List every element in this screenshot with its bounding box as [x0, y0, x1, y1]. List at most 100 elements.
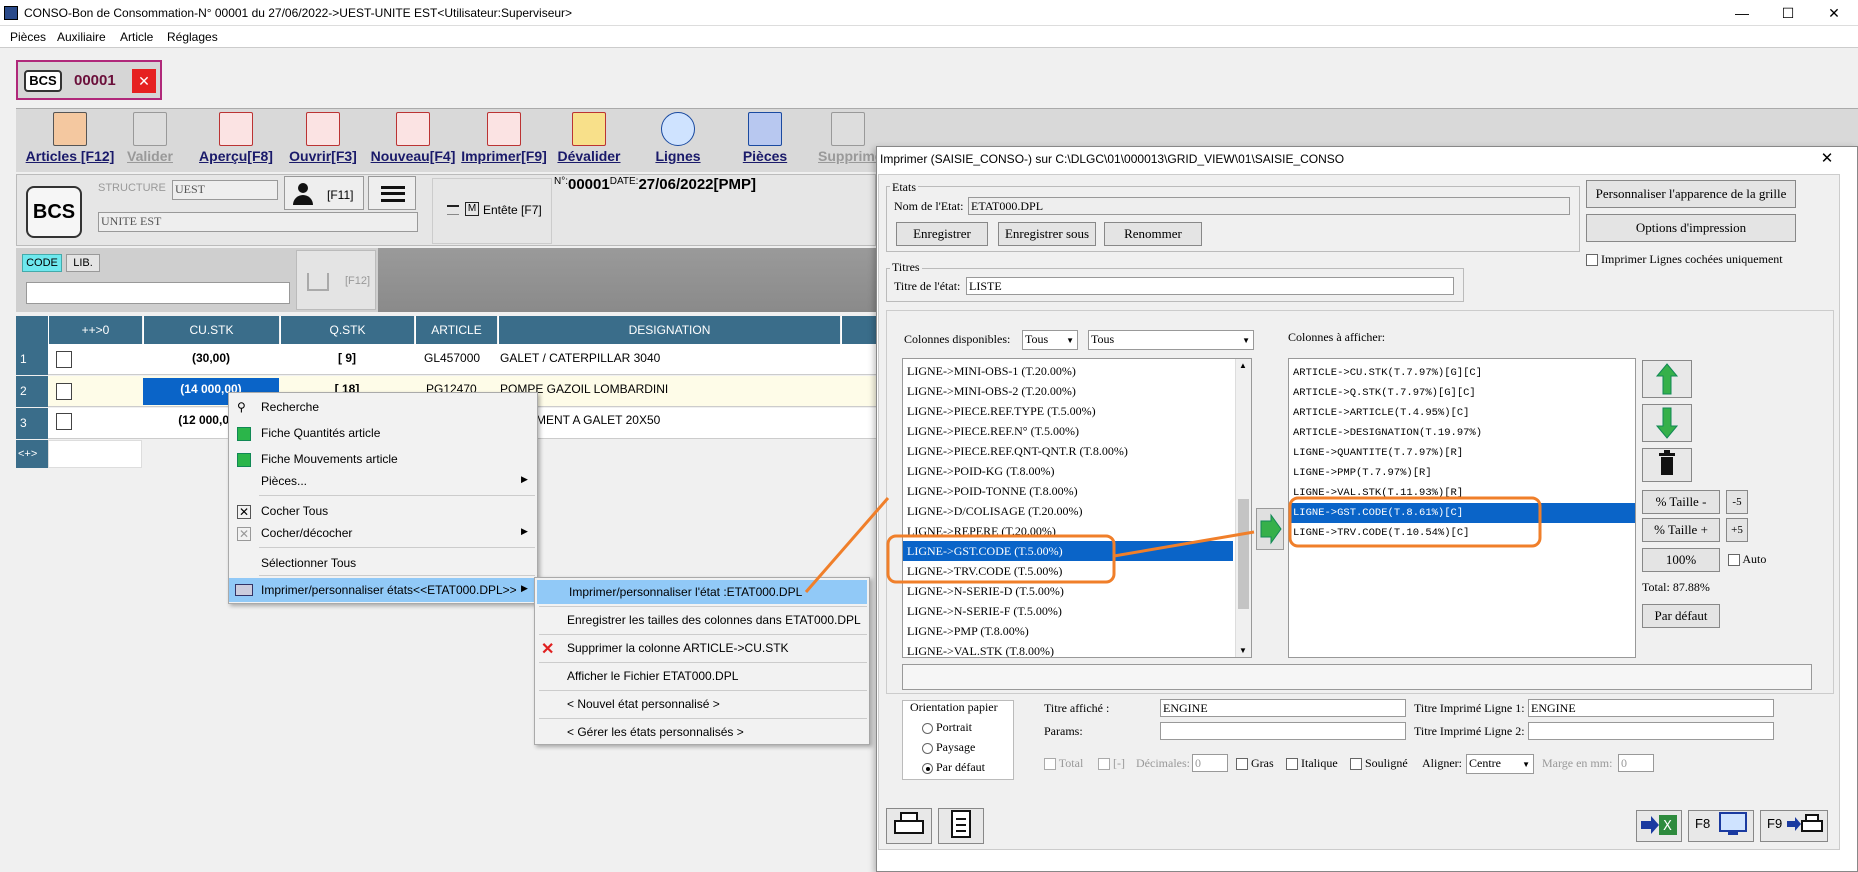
close-window-button[interactable]: ✕ — [1812, 2, 1856, 24]
minus5-button[interactable]: -5 — [1726, 490, 1748, 514]
titre-l2-input[interactable] — [1528, 722, 1774, 740]
menu-item-imprimer-etats[interactable]: Imprimer/personnaliser états<<ETAT000.DP… — [229, 578, 537, 602]
list-item[interactable]: ARTICLE->Q.STK(T.7.97%)[G][C] — [1289, 383, 1635, 403]
menu-item-fiche-quantites[interactable]: Fiche Quantités article — [229, 421, 537, 445]
list-item-selected[interactable]: LIGNE->GST.CODE(T.8.61%)[C] — [1289, 503, 1635, 523]
menu-auxiliaire[interactable]: Auxiliaire — [57, 30, 106, 44]
list-item[interactable]: LIGNE->POID-KG (T.8.00%) — [903, 461, 1233, 481]
taille-100-button[interactable]: 100% — [1642, 548, 1720, 572]
minimize-button[interactable]: — — [1720, 2, 1764, 24]
nouveau-button[interactable]: Nouveau[F4] — [370, 112, 456, 170]
export-excel-button[interactable]: X — [1636, 810, 1682, 842]
taille-minus-button[interactable]: % Taille - — [1642, 490, 1720, 514]
paysage-radio[interactable]: Paysage — [922, 740, 975, 755]
list-item[interactable]: LIGNE->VAL.STK (T.8.00%) — [903, 641, 1233, 657]
list-item[interactable]: LIGNE->VAL.STK(T.11.93%)[R] — [1289, 483, 1635, 503]
valider-button[interactable]: Valider — [120, 112, 180, 170]
articles-button[interactable]: Articles [F12] — [20, 112, 120, 170]
scrollbar[interactable]: ▲ ▼ — [1235, 359, 1251, 657]
row-checkbox[interactable] — [56, 351, 72, 368]
list-item[interactable]: LIGNE->TRV.CODE (T.5.00%) — [903, 561, 1233, 581]
enregistrer-sous-button[interactable]: Enregistrer sous — [998, 222, 1096, 246]
list-item-selected[interactable]: LIGNE->GST.CODE (T.5.00%) — [903, 541, 1233, 561]
print-setup-button[interactable] — [886, 808, 932, 844]
renommer-button[interactable]: Renommer — [1104, 222, 1202, 246]
f8-preview-button[interactable]: F8 — [1688, 810, 1754, 842]
submenu-item-gerer-etats[interactable]: < Gérer les états personnalisés > — [535, 720, 869, 744]
personnaliser-apparence-button[interactable]: Personnaliser l'apparence de la grille — [1586, 180, 1796, 208]
search-input[interactable] — [26, 282, 290, 304]
tab-lib[interactable]: LIB. — [66, 254, 100, 272]
list-item[interactable]: LIGNE->QUANTITE(T.7.97%)[R] — [1289, 443, 1635, 463]
menu-item-pieces[interactable]: Pièces... ▶ — [229, 469, 537, 493]
selected-columns-list[interactable]: ARTICLE->CU.STK(T.7.97%)[G][C] ARTICLE->… — [1288, 358, 1636, 658]
italique-checkbox[interactable]: Italique — [1286, 756, 1338, 771]
entete-button[interactable]: Entête [F7] — [483, 203, 542, 217]
submenu-item-supprimer-colonne[interactable]: ✕ Supprimer la colonne ARTICLE->CU.STK — [535, 636, 869, 660]
menu-item-selectionner-tous[interactable]: Sélectionner Tous — [229, 551, 537, 575]
list-item[interactable]: LIGNE->PMP (T.8.00%) — [903, 621, 1233, 641]
imprimer-cochees-checkbox[interactable]: Imprimer Lignes cochées uniquement — [1586, 252, 1783, 267]
gras-checkbox[interactable]: Gras — [1236, 756, 1274, 771]
menu-pieces[interactable]: Pièces — [10, 30, 46, 44]
submenu-item-nouvel-etat[interactable]: < Nouvel état personnalisé > — [535, 692, 869, 716]
apercu-button[interactable]: Aperçu[F8] — [198, 112, 274, 170]
list-item[interactable]: ARTICLE->DESIGNATION(T.19.97%) — [1289, 423, 1635, 443]
total-checkbox[interactable]: Total — [1044, 756, 1083, 771]
souligne-checkbox[interactable]: Souligné — [1350, 756, 1408, 771]
nom-etat-input[interactable]: ETAT000.DPL — [968, 197, 1570, 215]
menu-item-recherche[interactable]: ⚲ Recherche — [229, 395, 537, 419]
filter-select-1[interactable]: Tous ▼ — [1022, 330, 1078, 350]
close-document-button[interactable]: ✕ — [132, 69, 156, 93]
imprimer-button[interactable]: Imprimer[F9] — [458, 112, 550, 170]
column-header-designation[interactable]: DESIGNATION — [498, 316, 840, 344]
list-item[interactable]: LIGNE->PMP(T.7.97%)[R] — [1289, 463, 1635, 483]
auto-checkbox[interactable]: Auto — [1728, 552, 1766, 567]
par-defaut-button[interactable]: Par défaut — [1642, 604, 1720, 628]
row-checkbox[interactable] — [56, 413, 72, 430]
list-item[interactable]: ARTICLE->CU.STK(T.7.97%)[G][C] — [1289, 363, 1635, 383]
row-checkbox[interactable] — [56, 383, 72, 400]
available-columns-list[interactable]: LIGNE->MINI-OBS-1 (T.20.00%) LIGNE->MINI… — [902, 358, 1252, 658]
hamburger-menu-button[interactable] — [368, 176, 416, 210]
list-item[interactable]: LIGNE->PIECE.REF.TYPE (T.5.00%) — [903, 401, 1233, 421]
options-impression-button[interactable]: Options d'impression — [1586, 214, 1796, 242]
lignes-button[interactable]: Lignes — [648, 112, 708, 170]
unite-input[interactable]: UNITE EST — [98, 212, 418, 232]
document-tab[interactable]: BCS 00001 ✕ — [16, 60, 162, 100]
enregistrer-button[interactable]: Enregistrer — [896, 222, 988, 246]
tab-code[interactable]: CODE — [22, 254, 62, 272]
params-input[interactable] — [1160, 722, 1406, 740]
transfer-button[interactable] — [1256, 508, 1284, 550]
menu-item-cocher-decocher[interactable]: ✕ Cocher/décocher ▶ — [229, 521, 537, 545]
submenu-item-enregistrer-tailles[interactable]: Enregistrer les tailles des colonnes dan… — [535, 608, 869, 632]
list-item[interactable]: LIGNE->POID-TONNE (T.8.00%) — [903, 481, 1233, 501]
filter-select-2[interactable]: Tous ▼ — [1088, 330, 1254, 350]
f9-print-button[interactable]: F9 — [1760, 810, 1828, 842]
list-item[interactable]: LIGNE->PIECE.REF.QNT-QNT.R (T.8.00%) — [903, 441, 1233, 461]
submenu-item-imprimer-etat[interactable]: Imprimer/personnaliser l'état :ETAT000.D… — [537, 580, 867, 604]
structure-input[interactable]: UEST — [172, 180, 278, 200]
user-button[interactable]: [F11] — [284, 176, 364, 210]
cart-button[interactable]: [F12] — [296, 250, 376, 310]
bracket-checkbox[interactable]: [-] — [1098, 756, 1125, 771]
plus5-button[interactable]: +5 — [1726, 518, 1748, 542]
titre-etat-input[interactable]: LISTE — [966, 277, 1454, 295]
list-item[interactable]: LIGNE->N-SERIE-D (T.5.00%) — [903, 581, 1233, 601]
list-item[interactable]: LIGNE->N-SERIE-F (T.5.00%) — [903, 601, 1233, 621]
portrait-radio[interactable]: Portrait — [922, 720, 972, 735]
taille-plus-button[interactable]: % Taille + — [1642, 518, 1720, 542]
menu-item-fiche-mouvements[interactable]: Fiche Mouvements article — [229, 447, 537, 471]
ouvrir-button[interactable]: Ouvrir[F3] — [288, 112, 358, 170]
list-item[interactable]: LIGNE->D/COLISAGE (T.20.00%) — [903, 501, 1233, 521]
list-item[interactable]: LIGNE->MINI-OBS-1 (T.20.00%) — [903, 361, 1233, 381]
pieces-button[interactable]: Pièces — [735, 112, 795, 170]
list-item[interactable]: LIGNE->MINI-OBS-2 (T.20.00%) — [903, 381, 1233, 401]
decimales-spinner[interactable]: 0 — [1192, 754, 1228, 772]
aligner-select[interactable]: Centre ▼ — [1466, 754, 1534, 774]
list-item[interactable]: LIGNE->TRV.CODE(T.10.54%)[C] — [1289, 523, 1635, 543]
move-down-button[interactable] — [1642, 404, 1692, 442]
supprimer-button[interactable]: Supprime — [818, 112, 878, 170]
column-header-qstk[interactable]: Q.STK — [280, 316, 414, 344]
preview-document-button[interactable] — [938, 808, 984, 844]
